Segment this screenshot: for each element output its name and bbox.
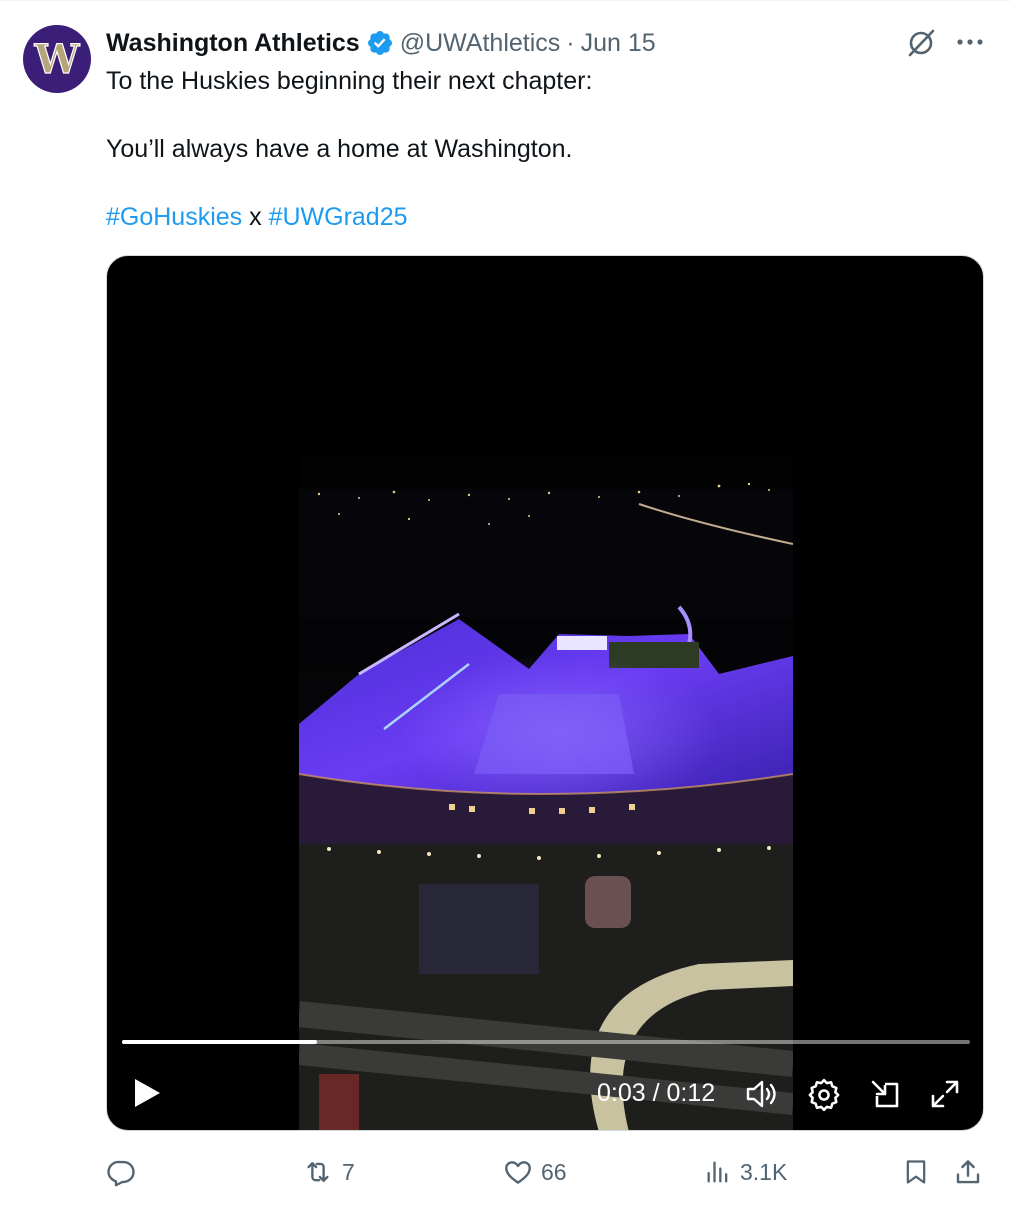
tweet-text-line: To the Huskies beginning their next chap…: [106, 67, 593, 95]
hashtag-link[interactable]: #GoHuskies: [106, 203, 242, 231]
verified-badge-icon: [366, 29, 394, 57]
tweet-text: To the Huskies beginning their next chap…: [106, 64, 966, 234]
views-button[interactable]: 3.1K: [704, 1150, 787, 1194]
more-dots-icon[interactable]: [955, 34, 985, 50]
tweet-actions: 7 66 3.1K: [0, 1150, 1010, 1194]
volume-icon[interactable]: [745, 1078, 781, 1110]
hashtag-line: #GoHuskies x #UWGrad25: [106, 200, 966, 234]
reply-button[interactable]: [106, 1150, 136, 1194]
views-icon: [704, 1157, 732, 1187]
tweet-text-line: You’ll always have a home at Washington.: [106, 135, 573, 163]
like-count: 66: [541, 1158, 567, 1185]
hashtag-joiner: x: [249, 203, 262, 231]
heart-icon: [503, 1157, 533, 1187]
bookmark-icon: [902, 1157, 930, 1187]
author-handle[interactable]: @UWAthletics: [400, 29, 561, 58]
video-player[interactable]: 0:03 / 0:12: [106, 255, 984, 1131]
like-button[interactable]: 66: [503, 1150, 567, 1194]
reply-icon: [106, 1157, 136, 1187]
video-progress-fill: [122, 1040, 318, 1044]
avatar-logo: W: [33, 35, 81, 83]
time-separator: /: [645, 1079, 667, 1107]
video-timecode: 0:03 / 0:12: [597, 1076, 715, 1110]
play-icon[interactable]: [129, 1076, 163, 1110]
hashtag-link[interactable]: #UWGrad25: [269, 203, 408, 231]
top-divider: [0, 0, 1010, 1]
video-frame: [299, 374, 793, 1130]
settings-icon[interactable]: [807, 1078, 841, 1112]
share-icon: [953, 1157, 983, 1187]
repost-count: 7: [342, 1158, 355, 1185]
tweet-header: Washington Athletics @UWAthletics · Jun …: [106, 26, 656, 60]
grok-icon[interactable]: [905, 28, 939, 58]
avatar-letter: W: [34, 36, 81, 83]
fullscreen-icon[interactable]: [929, 1078, 961, 1110]
current-time: 0:03: [597, 1079, 646, 1107]
header-separator: ·: [566, 28, 575, 57]
repost-icon: [302, 1157, 334, 1187]
bookmark-button[interactable]: [902, 1150, 930, 1194]
duration: 0:12: [666, 1079, 716, 1107]
share-button[interactable]: [953, 1150, 983, 1194]
avatar[interactable]: W: [23, 25, 91, 93]
picture-in-picture-icon[interactable]: [869, 1078, 903, 1112]
tweet-date[interactable]: Jun 15: [581, 29, 656, 58]
author-name[interactable]: Washington Athletics: [106, 29, 360, 58]
repost-button[interactable]: 7: [302, 1150, 355, 1194]
views-count: 3.1K: [740, 1158, 788, 1185]
video-progress-bar[interactable]: [122, 1040, 970, 1044]
